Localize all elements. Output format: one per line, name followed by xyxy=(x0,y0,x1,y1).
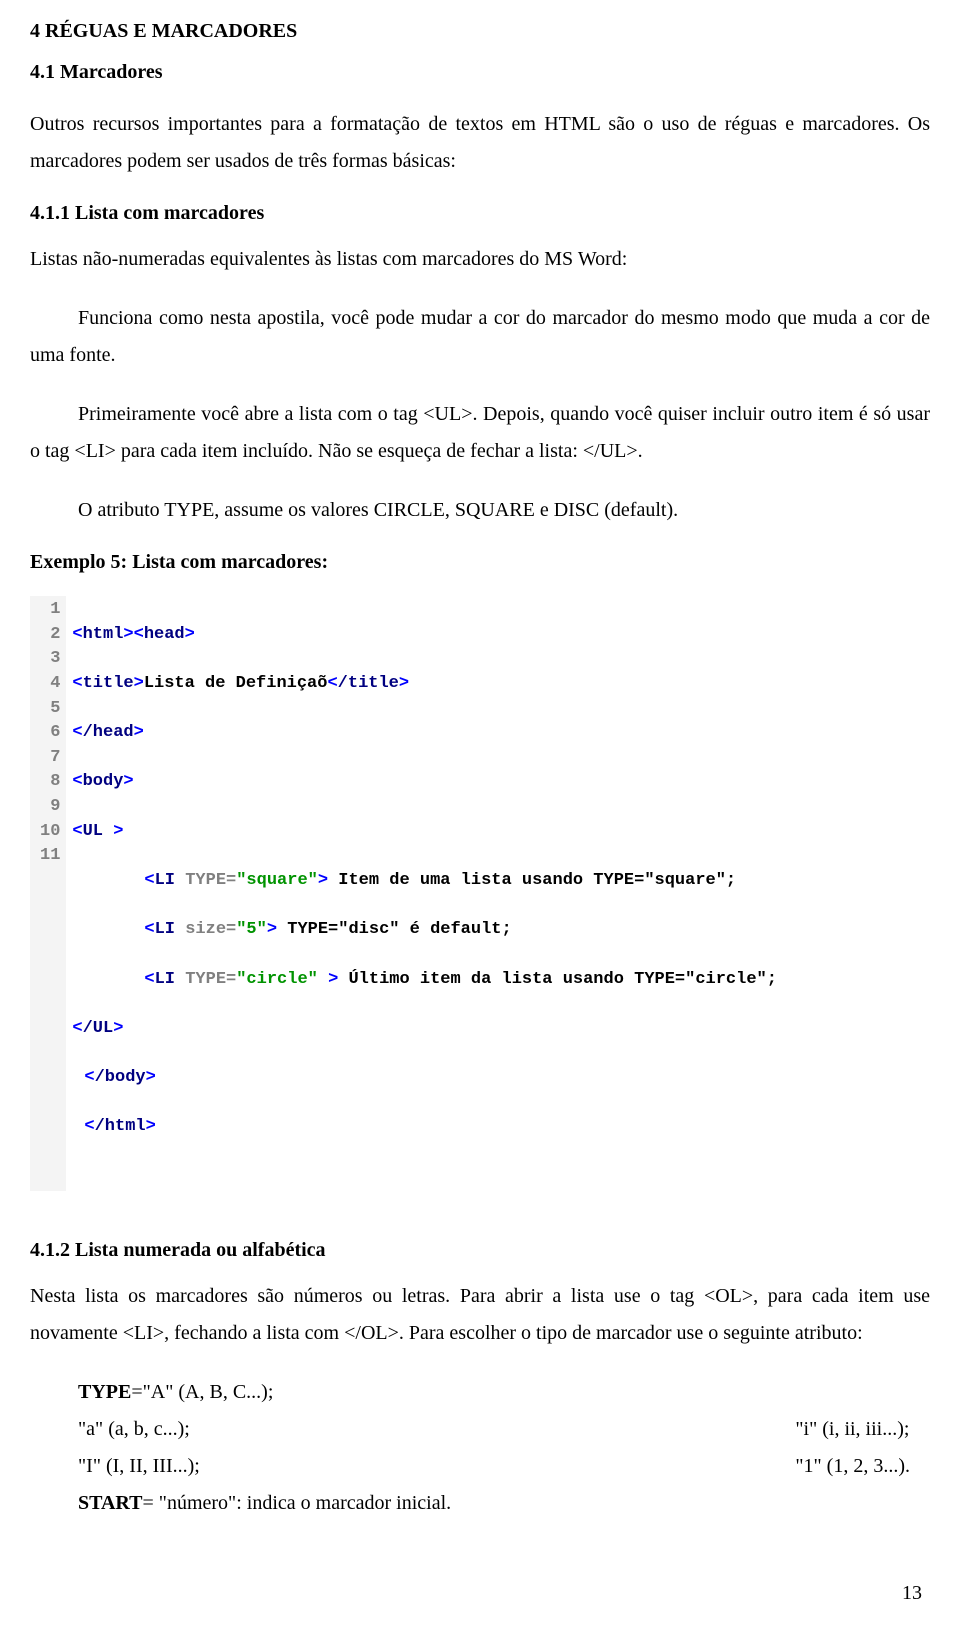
code-content: <html><head> <title>Lista de Definiçaõ</… xyxy=(66,596,777,1191)
line-number: 11 xyxy=(40,844,60,869)
heading-4-1: 4.1 Marcadores xyxy=(30,61,930,84)
paragraph-411c: Primeiramente você abre a lista com o ta… xyxy=(30,396,930,470)
code-line: <LI size="5"> TYPE="disc" é default; xyxy=(72,918,777,943)
line-number: 3 xyxy=(40,647,60,672)
code-block-example-5: 1 2 3 4 5 6 7 8 9 10 11 <html><head> <ti… xyxy=(30,596,930,1191)
paragraph-411b: Funciona como nesta apostila, você pode … xyxy=(30,300,930,374)
line-number: 1 xyxy=(40,598,60,623)
attr-type-a-upper: TYPE="A" (A, B, C...); xyxy=(78,1374,930,1411)
code-line: <body> xyxy=(72,770,777,795)
attr-1: "1" (1, 2, 3...). xyxy=(795,1448,910,1485)
code-line: </body> xyxy=(72,1066,777,1091)
paragraph-411a: Listas não-numeradas equivalentes às lis… xyxy=(30,241,930,278)
heading-4-1-1: 4.1.1 Lista com marcadores xyxy=(30,202,930,225)
line-number: 8 xyxy=(40,770,60,795)
paragraph-412a: Nesta lista os marcadores são números ou… xyxy=(30,1278,930,1352)
code-line: <LI TYPE="circle" > Último item da lista… xyxy=(72,968,777,993)
heading-4-1-2: 4.1.2 Lista numerada ou alfabética xyxy=(30,1239,930,1262)
paragraph-intro: Outros recursos importantes para a forma… xyxy=(30,106,930,180)
line-number: 7 xyxy=(40,746,60,771)
attr-i-lower: "i" (i, ii, iii...); xyxy=(795,1411,910,1448)
line-number: 2 xyxy=(40,623,60,648)
code-gutter: 1 2 3 4 5 6 7 8 9 10 11 xyxy=(30,596,66,1191)
code-line: <LI TYPE="square"> Item de uma lista usa… xyxy=(72,869,777,894)
page-number: 13 xyxy=(30,1582,930,1605)
paragraph-411d: O atributo TYPE, assume os valores CIRCL… xyxy=(30,492,930,529)
heading-main: 4 RÉGUAS E MARCADORES xyxy=(30,20,930,43)
attr-a-lower: "a" (a, b, c...); xyxy=(78,1411,200,1448)
document-page: 4 RÉGUAS E MARCADORES 4.1 Marcadores Out… xyxy=(0,0,960,1645)
line-number: 4 xyxy=(40,672,60,697)
code-line: <html><head> xyxy=(72,623,777,648)
code-line: </html> xyxy=(72,1115,777,1140)
code-line: <title>Lista de Definiçaõ</title> xyxy=(72,672,777,697)
example-5-label: Exemplo 5: Lista com marcadores: xyxy=(30,551,930,574)
code-line: <UL > xyxy=(72,820,777,845)
code-line: </UL> xyxy=(72,1017,777,1042)
line-number: 9 xyxy=(40,795,60,820)
line-number: 5 xyxy=(40,697,60,722)
attr-two-column: "a" (a, b, c...); "I" (I, II, III...); "… xyxy=(78,1411,910,1485)
code-line: </head> xyxy=(72,721,777,746)
attr-i-upper: "I" (I, II, III...); xyxy=(78,1448,200,1485)
line-number: 10 xyxy=(40,820,60,845)
line-number: 6 xyxy=(40,721,60,746)
attr-start: START= "número": indica o marcador inici… xyxy=(78,1485,930,1522)
